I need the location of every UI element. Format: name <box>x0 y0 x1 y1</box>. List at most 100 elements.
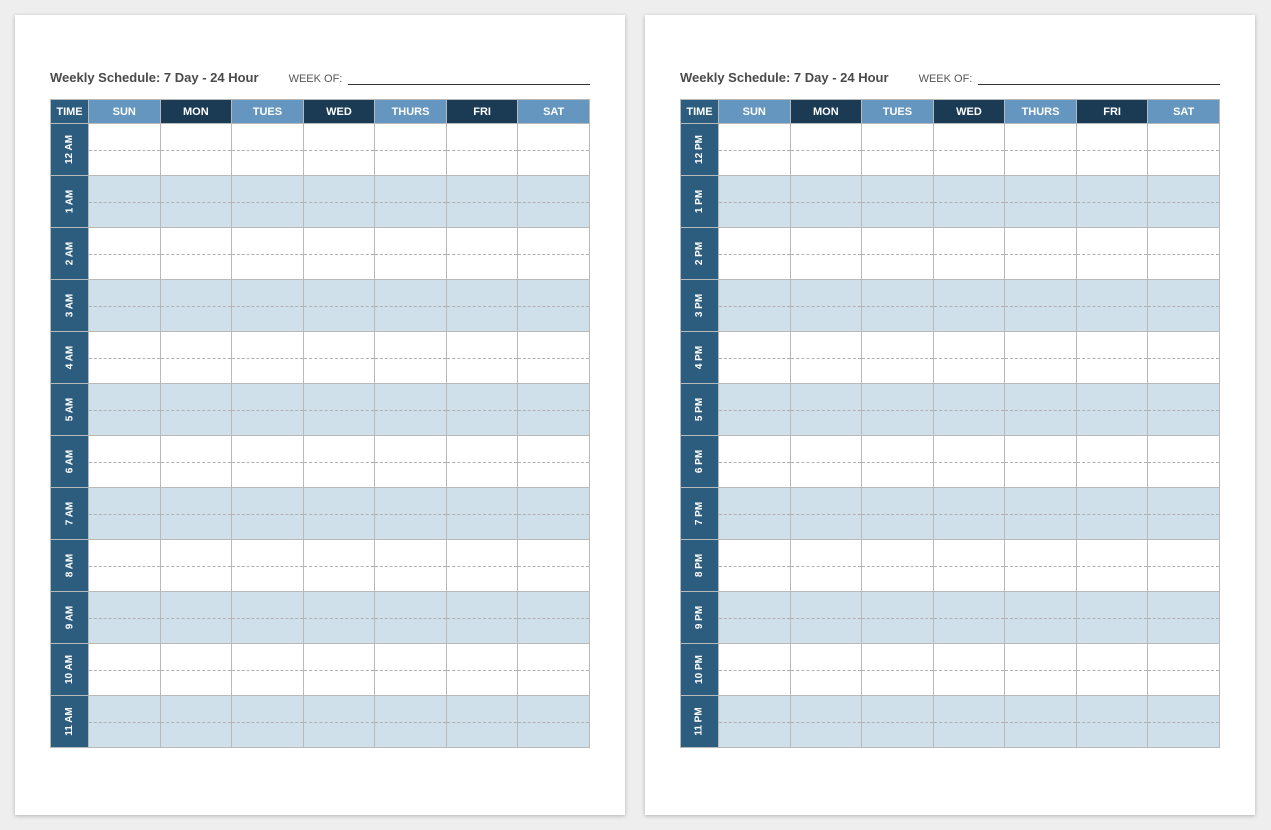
schedule-cell[interactable] <box>446 644 518 696</box>
schedule-cell[interactable] <box>862 436 934 488</box>
schedule-cell[interactable] <box>232 332 304 384</box>
schedule-cell[interactable] <box>232 176 304 228</box>
schedule-cell[interactable] <box>933 592 1005 644</box>
schedule-cell[interactable] <box>1005 696 1077 748</box>
schedule-cell[interactable] <box>303 592 375 644</box>
schedule-cell[interactable] <box>1148 124 1220 176</box>
schedule-cell[interactable] <box>790 488 862 540</box>
schedule-cell[interactable] <box>303 696 375 748</box>
schedule-cell[interactable] <box>232 124 304 176</box>
schedule-cell[interactable] <box>1148 488 1220 540</box>
schedule-cell[interactable] <box>1076 228 1148 280</box>
schedule-cell[interactable] <box>1148 540 1220 592</box>
schedule-cell[interactable] <box>160 124 232 176</box>
schedule-cell[interactable] <box>160 228 232 280</box>
schedule-cell[interactable] <box>719 176 791 228</box>
schedule-cell[interactable] <box>1076 436 1148 488</box>
schedule-cell[interactable] <box>446 384 518 436</box>
schedule-cell[interactable] <box>375 696 447 748</box>
schedule-cell[interactable] <box>1076 592 1148 644</box>
schedule-cell[interactable] <box>303 280 375 332</box>
weekof-field[interactable]: WEEK OF: <box>919 73 1220 85</box>
schedule-cell[interactable] <box>1005 540 1077 592</box>
schedule-cell[interactable] <box>160 644 232 696</box>
schedule-cell[interactable] <box>160 696 232 748</box>
schedule-cell[interactable] <box>1076 280 1148 332</box>
schedule-cell[interactable] <box>446 332 518 384</box>
schedule-cell[interactable] <box>933 176 1005 228</box>
schedule-cell[interactable] <box>790 644 862 696</box>
schedule-cell[interactable] <box>232 436 304 488</box>
schedule-cell[interactable] <box>89 228 161 280</box>
schedule-cell[interactable] <box>1076 332 1148 384</box>
schedule-cell[interactable] <box>862 540 934 592</box>
schedule-cell[interactable] <box>1005 384 1077 436</box>
schedule-cell[interactable] <box>1148 280 1220 332</box>
schedule-cell[interactable] <box>933 696 1005 748</box>
schedule-cell[interactable] <box>446 228 518 280</box>
schedule-cell[interactable] <box>1148 696 1220 748</box>
schedule-cell[interactable] <box>862 280 934 332</box>
schedule-cell[interactable] <box>1148 176 1220 228</box>
schedule-cell[interactable] <box>160 488 232 540</box>
schedule-cell[interactable] <box>1076 644 1148 696</box>
schedule-cell[interactable] <box>89 332 161 384</box>
schedule-cell[interactable] <box>1005 644 1077 696</box>
weekof-field[interactable]: WEEK OF: <box>289 73 590 85</box>
schedule-cell[interactable] <box>862 592 934 644</box>
schedule-cell[interactable] <box>160 176 232 228</box>
schedule-cell[interactable] <box>1148 384 1220 436</box>
schedule-cell[interactable] <box>518 436 590 488</box>
schedule-cell[interactable] <box>1005 228 1077 280</box>
schedule-cell[interactable] <box>719 488 791 540</box>
schedule-cell[interactable] <box>375 540 447 592</box>
schedule-cell[interactable] <box>719 228 791 280</box>
schedule-cell[interactable] <box>303 124 375 176</box>
schedule-cell[interactable] <box>89 592 161 644</box>
schedule-cell[interactable] <box>89 436 161 488</box>
schedule-cell[interactable] <box>862 176 934 228</box>
schedule-cell[interactable] <box>303 436 375 488</box>
schedule-cell[interactable] <box>790 592 862 644</box>
schedule-cell[interactable] <box>303 176 375 228</box>
schedule-cell[interactable] <box>862 644 934 696</box>
schedule-cell[interactable] <box>89 384 161 436</box>
schedule-cell[interactable] <box>933 332 1005 384</box>
schedule-cell[interactable] <box>232 488 304 540</box>
schedule-cell[interactable] <box>89 644 161 696</box>
schedule-cell[interactable] <box>790 384 862 436</box>
schedule-cell[interactable] <box>160 280 232 332</box>
schedule-cell[interactable] <box>1005 124 1077 176</box>
schedule-cell[interactable] <box>375 644 447 696</box>
schedule-cell[interactable] <box>375 228 447 280</box>
schedule-cell[interactable] <box>518 332 590 384</box>
schedule-cell[interactable] <box>375 280 447 332</box>
schedule-cell[interactable] <box>1148 436 1220 488</box>
schedule-cell[interactable] <box>518 176 590 228</box>
schedule-cell[interactable] <box>933 540 1005 592</box>
schedule-cell[interactable] <box>790 228 862 280</box>
schedule-cell[interactable] <box>719 540 791 592</box>
schedule-cell[interactable] <box>303 332 375 384</box>
schedule-cell[interactable] <box>375 384 447 436</box>
schedule-cell[interactable] <box>1005 280 1077 332</box>
schedule-cell[interactable] <box>862 124 934 176</box>
schedule-cell[interactable] <box>719 436 791 488</box>
schedule-cell[interactable] <box>518 540 590 592</box>
schedule-cell[interactable] <box>232 384 304 436</box>
schedule-cell[interactable] <box>862 332 934 384</box>
schedule-cell[interactable] <box>89 280 161 332</box>
schedule-cell[interactable] <box>790 124 862 176</box>
schedule-cell[interactable] <box>1076 176 1148 228</box>
schedule-cell[interactable] <box>518 228 590 280</box>
schedule-cell[interactable] <box>89 124 161 176</box>
schedule-cell[interactable] <box>719 644 791 696</box>
schedule-cell[interactable] <box>375 332 447 384</box>
schedule-cell[interactable] <box>933 124 1005 176</box>
schedule-cell[interactable] <box>933 436 1005 488</box>
schedule-cell[interactable] <box>1076 696 1148 748</box>
schedule-cell[interactable] <box>89 696 161 748</box>
schedule-cell[interactable] <box>303 644 375 696</box>
schedule-cell[interactable] <box>1148 228 1220 280</box>
schedule-cell[interactable] <box>719 384 791 436</box>
